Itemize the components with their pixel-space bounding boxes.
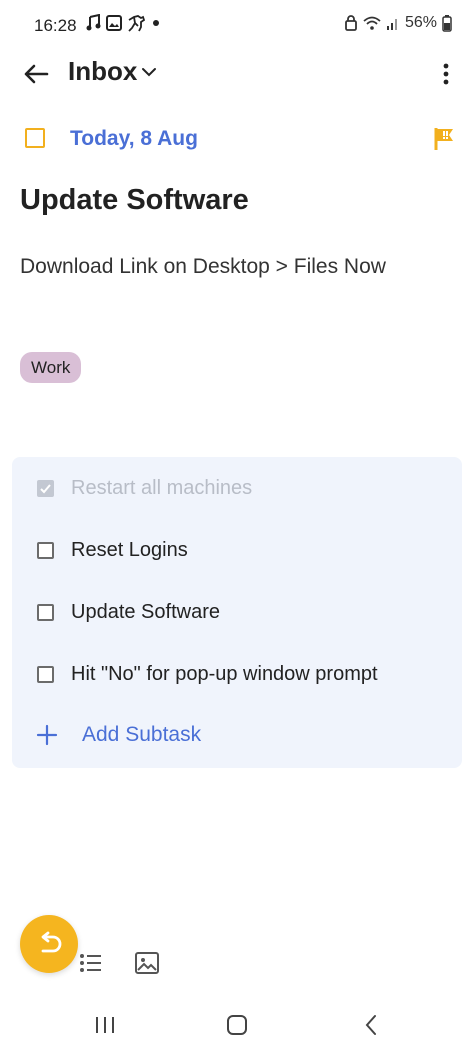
image-icon[interactable] xyxy=(134,950,160,976)
list-selector[interactable]: Inbox xyxy=(68,56,157,87)
system-back-button[interactable] xyxy=(356,1010,386,1040)
music-note-icon xyxy=(86,14,101,31)
status-left-icons xyxy=(86,14,162,32)
priority-button[interactable] xyxy=(432,126,456,152)
check-icon xyxy=(40,483,51,493)
subtask-label: Restart all machines xyxy=(71,476,253,499)
plus-icon xyxy=(36,724,58,746)
tag-chip[interactable]: Work xyxy=(20,352,82,383)
subtask-checkbox[interactable] xyxy=(37,479,54,497)
undo-icon xyxy=(41,931,62,953)
subtask-label: Reset Logins xyxy=(71,538,188,561)
subtask-item[interactable]: Update Software xyxy=(12,588,462,636)
battery-icon xyxy=(442,14,452,32)
subtask-label: Update Software xyxy=(71,600,220,623)
signal-icon xyxy=(386,19,397,30)
add-subtask-button[interactable]: Add Subtask xyxy=(12,714,462,760)
subtask-label: Hit "No" for pop-up window prompt xyxy=(71,662,378,685)
subtask-checkbox[interactable] xyxy=(37,665,54,683)
chevron-down-icon xyxy=(142,67,157,76)
add-subtask-label: Add Subtask xyxy=(82,723,202,746)
more-options-button[interactable] xyxy=(434,58,458,90)
due-date[interactable]: Today, 8 Aug xyxy=(70,127,198,151)
subtask-checkbox[interactable] xyxy=(37,603,54,621)
subtask-item[interactable]: Restart all machines xyxy=(12,464,462,512)
status-time: 16:28 xyxy=(34,16,77,35)
status-right: 56% xyxy=(344,14,452,32)
app-bar: Inbox xyxy=(0,52,474,98)
wifi-icon xyxy=(363,16,381,30)
status-bar: 16:28 56% xyxy=(0,0,474,52)
arrow-left-icon xyxy=(24,64,49,84)
page-title: Inbox xyxy=(68,56,138,86)
task-checkbox[interactable] xyxy=(25,128,45,148)
due-date-row: Today, 8 Aug xyxy=(0,120,474,160)
gallery-icon xyxy=(106,15,122,31)
recent-apps-icon xyxy=(96,1017,114,1033)
subtask-checkbox[interactable] xyxy=(37,541,54,559)
home-button[interactable] xyxy=(222,1010,252,1040)
battery-percent: 56% xyxy=(404,14,437,31)
undo-fab[interactable] xyxy=(20,915,78,973)
task-description[interactable]: Download Link on Desktop > Files Now xyxy=(20,255,386,279)
horse-icon xyxy=(128,15,146,32)
task-title[interactable]: Update Software xyxy=(20,184,249,217)
subtask-item[interactable]: Hit "No" for pop-up window prompt xyxy=(12,650,462,698)
back-button[interactable] xyxy=(20,58,52,90)
flag-icon xyxy=(434,128,453,150)
more-vertical-icon xyxy=(443,63,449,85)
home-icon xyxy=(227,1015,247,1035)
lock-icon xyxy=(345,15,357,31)
checklist-icon[interactable] xyxy=(78,950,104,976)
dot-icon xyxy=(153,20,159,26)
recent-apps-button[interactable] xyxy=(90,1010,120,1040)
chevron-left-icon xyxy=(365,1015,376,1035)
subtask-panel: Restart all machines Reset Logins Update… xyxy=(12,457,462,768)
system-nav-bar xyxy=(0,1000,474,1053)
subtask-item[interactable]: Reset Logins xyxy=(12,526,462,574)
